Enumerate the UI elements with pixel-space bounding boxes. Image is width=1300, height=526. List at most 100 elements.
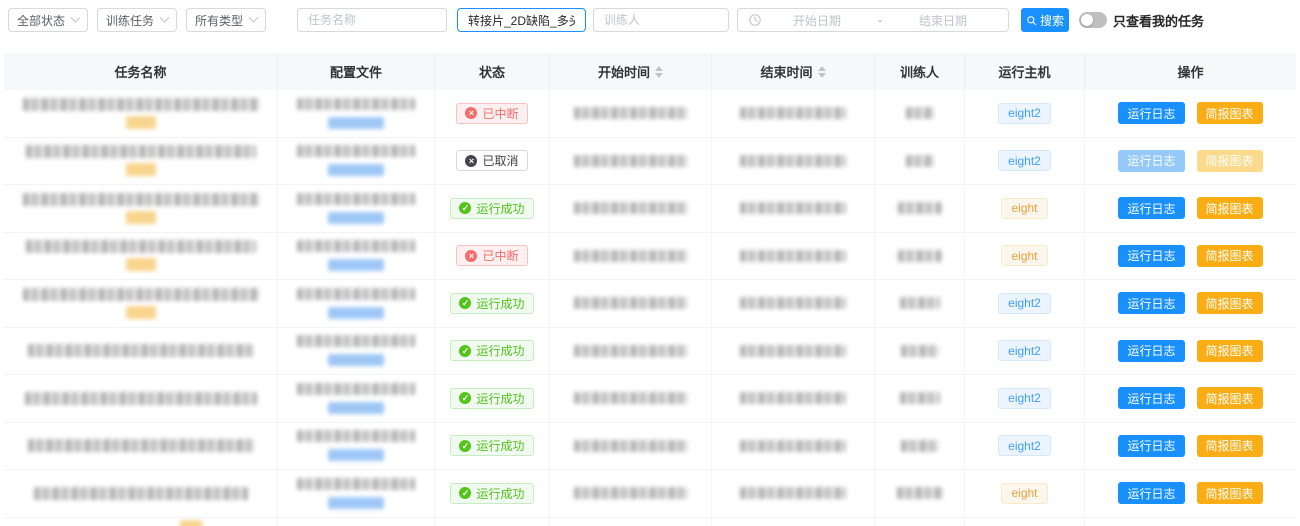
config-link-redacted[interactable] (328, 497, 384, 509)
end-time-redacted (740, 440, 846, 452)
host-tag: eight2 (998, 293, 1051, 314)
end-time-redacted (740, 250, 846, 262)
start-time-redacted (574, 297, 688, 309)
sort-icon[interactable] (818, 66, 826, 78)
start-time-redacted (574, 487, 688, 499)
start-time-redacted (574, 392, 688, 404)
end-time-redacted (740, 487, 846, 499)
table-row: ✓ 运行成功 eight2 运行日志 简报图表 (4, 423, 1296, 471)
config-file-redacted (297, 98, 415, 110)
column-header-task-name: 任务名称 (4, 53, 278, 90)
config-link-redacted[interactable] (328, 402, 384, 414)
category-select[interactable]: 所有类型 (186, 8, 266, 32)
status-badge: ✓ 运行成功 (450, 340, 533, 361)
start-time-redacted (574, 155, 688, 167)
run-log-button[interactable]: 运行日志 (1118, 245, 1184, 267)
run-log-button[interactable]: 运行日志 (1118, 197, 1184, 219)
task-name-redacted[interactable] (23, 98, 259, 111)
task-name-redacted[interactable] (23, 193, 259, 206)
category-select-value: 所有类型 (195, 12, 243, 29)
run-log-button[interactable]: 运行日志 (1118, 102, 1184, 124)
table-row: × 已中断 eight2 运行日志 简报图表 (4, 90, 1296, 138)
report-chart-button[interactable]: 简报图表 (1197, 435, 1263, 457)
status-badge: ✓ 运行成功 (450, 198, 533, 219)
config-file-redacted (297, 335, 415, 347)
task-name-redacted[interactable] (26, 145, 256, 158)
task-tag-redacted (180, 520, 202, 526)
start-time-redacted (574, 107, 688, 119)
config-link-redacted[interactable] (328, 449, 384, 461)
task-name-redacted[interactable] (25, 392, 257, 405)
report-chart-button[interactable]: 简报图表 (1197, 245, 1263, 267)
status-x-icon: × (465, 155, 477, 167)
config-link-redacted[interactable] (328, 259, 384, 271)
task-name-redacted[interactable] (23, 288, 259, 301)
chevron-down-icon (71, 12, 81, 22)
status-check-icon: ✓ (459, 345, 471, 357)
trainer-redacted (900, 297, 940, 309)
run-log-button[interactable]: 运行日志 (1118, 387, 1184, 409)
report-chart-button[interactable]: 简报图表 (1197, 340, 1263, 362)
status-select[interactable]: 全部状态 (8, 8, 88, 32)
config-file-redacted (297, 478, 415, 490)
sort-icon[interactable] (655, 66, 663, 78)
column-header-config-file: 配置文件 (278, 53, 435, 90)
config-link-redacted[interactable] (328, 164, 384, 176)
config-file-redacted (297, 430, 415, 442)
task-type-select-value: 训练任务 (106, 12, 154, 29)
config-link-redacted[interactable] (328, 212, 384, 224)
search-button-label: 搜索 (1040, 12, 1064, 29)
trainer-redacted (900, 392, 940, 404)
run-log-button[interactable]: 运行日志 (1118, 435, 1184, 457)
status-badge: ✓ 运行成功 (450, 435, 533, 456)
report-chart-button[interactable]: 简报图表 (1197, 292, 1263, 314)
status-badge: × 已中断 (456, 245, 527, 266)
task-name-redacted[interactable] (28, 344, 254, 357)
status-check-icon: ✓ (459, 392, 471, 404)
task-name-redacted[interactable] (26, 240, 256, 253)
column-header-status: 状态 (435, 53, 550, 90)
host-tag: eight (1001, 483, 1047, 504)
run-log-button[interactable]: 运行日志 (1118, 292, 1184, 314)
date-range-picker[interactable]: 开始日期 - 结束日期 (737, 8, 1009, 32)
report-chart-button[interactable]: 简报图表 (1197, 150, 1263, 172)
config-file-redacted (297, 288, 415, 300)
end-time-redacted (740, 297, 846, 309)
trainer-redacted (906, 155, 934, 167)
my-tasks-toggle[interactable] (1079, 12, 1107, 28)
end-time-redacted (740, 392, 846, 404)
chevron-down-icon (160, 12, 170, 22)
end-time-redacted (740, 202, 846, 214)
status-badge: × 已取消 (456, 150, 527, 171)
table-header: 任务名称 配置文件 状态 开始时间 结束时间 训练人 运行主机 操作 (4, 53, 1296, 90)
run-log-button[interactable]: 运行日志 (1118, 482, 1184, 504)
table-row: ✓ 运行成功 eight2 运行日志 简报图表 (4, 375, 1296, 423)
report-chart-button[interactable]: 简报图表 (1197, 197, 1263, 219)
report-chart-button[interactable]: 简报图表 (1197, 387, 1263, 409)
run-log-button[interactable]: 运行日志 (1118, 150, 1184, 172)
keyword-input[interactable] (457, 8, 586, 32)
report-chart-button[interactable]: 简报图表 (1197, 482, 1263, 504)
start-time-redacted (574, 250, 688, 262)
status-select-value: 全部状态 (17, 12, 65, 29)
config-link-redacted[interactable] (328, 307, 384, 319)
table-row: ✓ 运行成功 eight 运行日志 简报图表 (4, 470, 1296, 518)
config-file-redacted (297, 145, 415, 157)
status-check-icon: ✓ (459, 487, 471, 499)
task-tag-redacted (126, 258, 156, 271)
config-link-redacted[interactable] (328, 354, 384, 366)
run-log-button[interactable]: 运行日志 (1118, 340, 1184, 362)
host-tag: eight2 (998, 435, 1051, 456)
task-name-redacted[interactable] (34, 487, 248, 500)
search-button[interactable]: 搜索 (1021, 8, 1069, 32)
task-type-select[interactable]: 训练任务 (97, 8, 177, 32)
task-tag-redacted (126, 211, 156, 224)
table-row: × 已中断 eight 运行日志 简报图表 (4, 233, 1296, 281)
trainer-input[interactable] (593, 8, 729, 32)
task-name-redacted[interactable] (28, 439, 254, 452)
task-tag-redacted (126, 116, 156, 129)
trainer-redacted (897, 487, 943, 499)
report-chart-button[interactable]: 简报图表 (1197, 102, 1263, 124)
config-link-redacted[interactable] (328, 117, 384, 129)
task-name-input[interactable] (297, 8, 447, 32)
